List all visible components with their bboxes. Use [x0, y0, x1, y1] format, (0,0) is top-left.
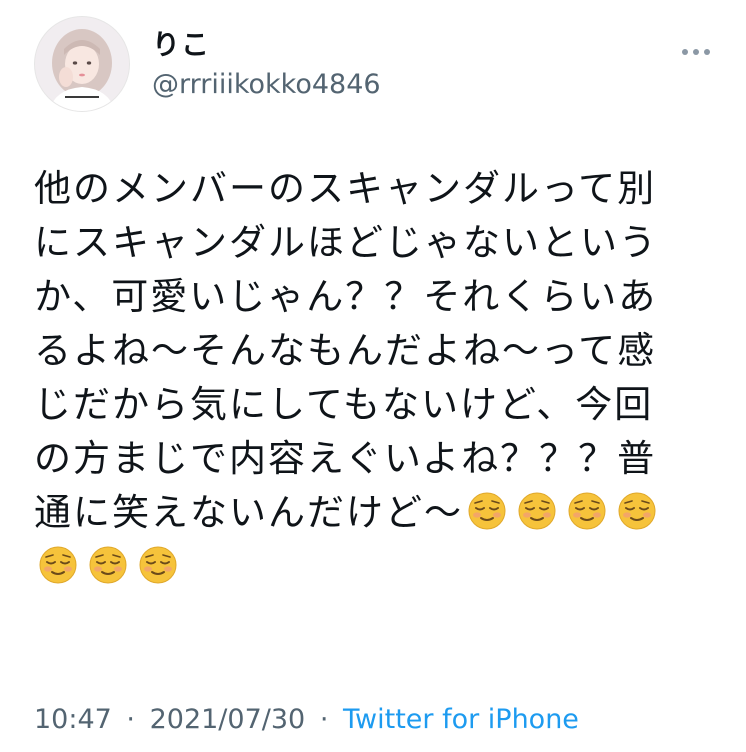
tweet-meta: 10:47 · 2021/07/30 · Twitter for iPhone — [34, 700, 579, 740]
relieved-face-emoji — [89, 546, 127, 584]
tweet-card: りこ @rrriiikokko4846 他のメンバーのスキャンダルって別 にスキ… — [0, 0, 746, 752]
relieved-face-emoji — [468, 492, 506, 530]
tweet-line: 他のメンバーのスキャンダルって別 — [34, 167, 657, 210]
relieved-face-emoji — [518, 492, 556, 530]
relieved-face-emoji — [618, 492, 656, 530]
more-options-icon[interactable] — [682, 40, 718, 55]
relieved-face-emoji — [139, 546, 177, 584]
tweet-line: じだから気にしてもないけど、今回 — [34, 383, 654, 426]
author-names: りこ @rrriiikokko4846 — [152, 28, 381, 102]
relieved-face-emoji — [568, 492, 606, 530]
emoji-group-1 — [463, 491, 663, 534]
meta-separator: · — [126, 704, 135, 735]
emoji-group-2 — [34, 545, 184, 588]
tweet-header: りこ @rrriiikokko4846 — [34, 16, 722, 112]
tweet-line: 通に笑えないんだけど〜 — [34, 491, 463, 534]
avatar-photo — [35, 17, 129, 111]
avatar[interactable] — [34, 16, 130, 112]
handle[interactable]: @rrriiikokko4846 — [152, 68, 381, 102]
tweet-source-link[interactable]: Twitter for iPhone — [343, 704, 579, 735]
tweet-line: るよね〜そんなもんだよね〜って感 — [34, 329, 657, 372]
tweet-line: の方まじで内容えぐいよね？？？普 — [34, 437, 657, 480]
tweet-time[interactable]: 10:47 — [34, 704, 112, 735]
tweet-line: か、可愛いじゃん？？それくらいあ — [34, 275, 658, 318]
relieved-face-emoji — [39, 546, 77, 584]
tweet-text: 他のメンバーのスキャンダルって別 にスキャンダルほどじゃないという か、可愛いじ… — [34, 162, 724, 594]
tweet-line: にスキャンダルほどじゃないという — [34, 221, 658, 264]
tweet-date[interactable]: 2021/07/30 — [150, 704, 306, 735]
display-name[interactable]: りこ — [152, 28, 381, 62]
meta-separator: · — [319, 704, 329, 735]
